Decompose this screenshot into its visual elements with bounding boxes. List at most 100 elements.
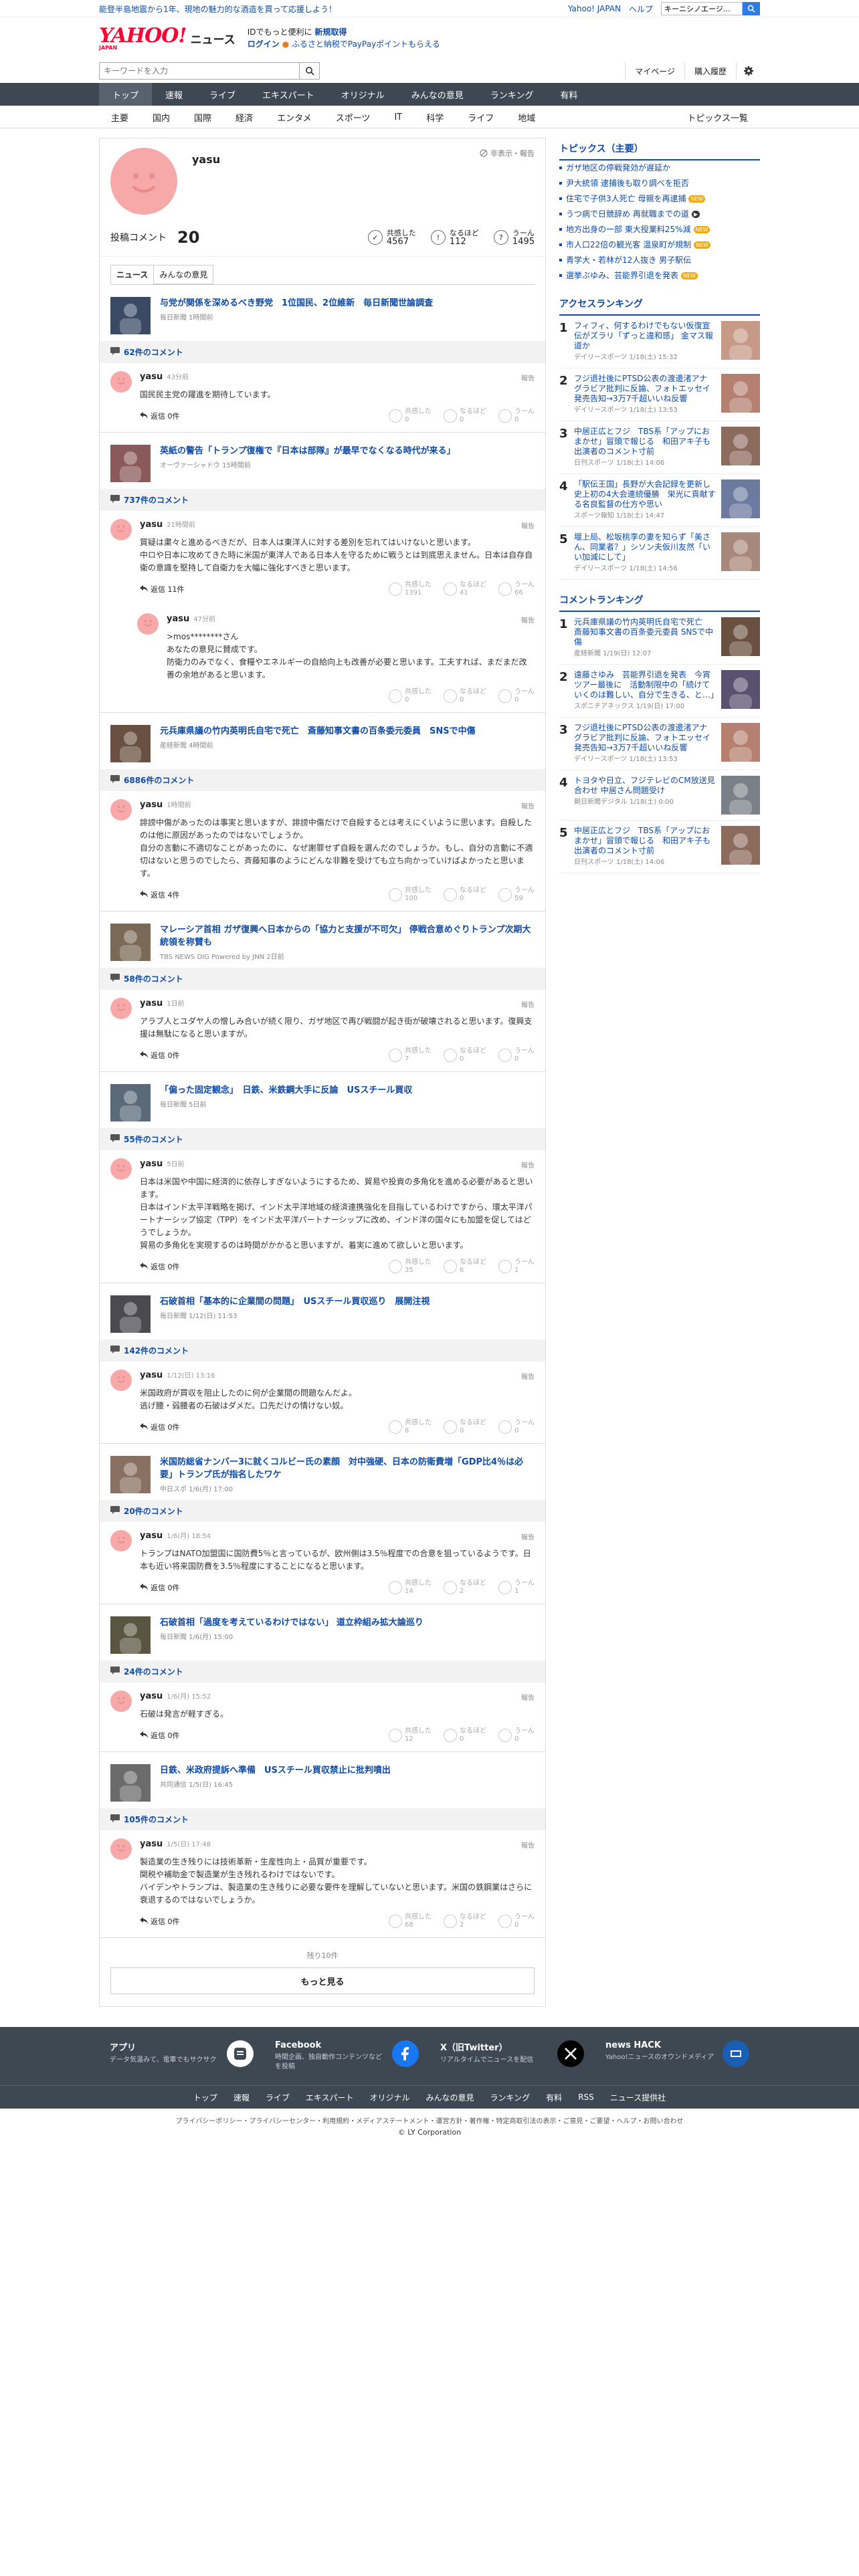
article-thumbnail[interactable]: [110, 924, 151, 961]
comment-count-link[interactable]: 142件のコメント: [100, 1339, 545, 1362]
ranking-item[interactable]: 2 フジ退社後にPTSD公表の渡邊渚アナ グラビア批判に反論、フォトエッセイ発売告…: [559, 368, 760, 421]
comment-count-link[interactable]: 105件のコメント: [100, 1808, 545, 1830]
reaction-naruhodo-button[interactable]: なるほど 0: [444, 688, 486, 704]
cat-world[interactable]: 国際: [182, 111, 223, 124]
furusato-link[interactable]: ふるさと納税でPayPayポイントもらえる: [292, 39, 440, 49]
footer-box[interactable]: Facebook 時間企画、独自動作コンテンツなどを投稿: [264, 2040, 430, 2072]
reaction-naruhodo-button[interactable]: なるほど 6: [444, 1259, 486, 1275]
comment-count-link[interactable]: 24件のコメント: [100, 1660, 545, 1683]
report-link[interactable]: 報告: [521, 615, 535, 625]
reaction-naruhodo-button[interactable]: なるほど 2: [444, 1913, 486, 1929]
ranking-item[interactable]: 4 トヨタや日立、フジテレビのCM放送見合わせ 中居さん問題受け 朝日新聞デジタル …: [559, 770, 760, 821]
yahoo-news-logo[interactable]: YAHOO! JAPAN ニュース: [99, 25, 235, 51]
comment-user[interactable]: yasu 1/6(月) 18:54: [140, 1530, 535, 1541]
reply-button[interactable]: 返信 0件: [140, 1916, 180, 1927]
comment-count-link[interactable]: 20件のコメント: [100, 1500, 545, 1522]
top-search-button[interactable]: [743, 2, 760, 15]
hide-report-link[interactable]: 非表示・報告: [480, 148, 535, 158]
nav-breaking[interactable]: 速報: [152, 83, 196, 106]
footer-link[interactable]: 有料: [538, 2092, 570, 2103]
reaction-empathy-button[interactable]: 共感した 68: [389, 1913, 432, 1929]
comment-user-name[interactable]: yasu: [140, 372, 163, 382]
comment-user[interactable]: yasu 1/6(月) 15:52: [140, 1691, 535, 1701]
reply-button[interactable]: 返信 0件: [140, 411, 180, 421]
comment-count-link[interactable]: 6886件のコメント: [100, 769, 545, 791]
cat-science[interactable]: 科学: [414, 111, 456, 124]
reaction-empathy-button[interactable]: 共感した 12: [389, 1727, 432, 1743]
ranking-item[interactable]: 5 中居正広とフジ TBS系「アップにおまかせ」冒頭で報じる 和田アキ子も出演者の…: [559, 821, 760, 873]
nav-expert[interactable]: エキスパート: [249, 83, 328, 106]
article-thumbnail[interactable]: [110, 1456, 151, 1493]
topic-item[interactable]: 尹大統領 逮捕後も取り調べを拒否: [559, 176, 760, 191]
cat-entertainment[interactable]: エンタメ: [265, 111, 324, 124]
report-link[interactable]: 報告: [521, 1160, 535, 1170]
comment-user-name[interactable]: yasu: [140, 1159, 163, 1169]
footer-link[interactable]: エキスパート: [298, 2092, 362, 2103]
reaction-naruhodo-button[interactable]: なるほど 0: [444, 1047, 486, 1063]
promo-link[interactable]: 能登半島地震から1年、現地の魅力的な酒造を買って応援しよう！: [99, 3, 568, 15]
comment-user[interactable]: yasu 1/5(日) 17:48: [140, 1838, 535, 1849]
report-link[interactable]: 報告: [521, 1371, 535, 1381]
article-thumbnail[interactable]: [110, 297, 151, 334]
reaction-naruhodo-button[interactable]: なるほど 0: [444, 1727, 486, 1743]
comment-user[interactable]: yasu 21時間前: [140, 519, 535, 530]
reaction-empathy-button[interactable]: 共感した 0: [389, 688, 432, 704]
article-thumbnail[interactable]: [110, 725, 151, 762]
comment-user[interactable]: yasu 1/12(日) 13:16: [140, 1370, 535, 1380]
reaction-uun-button[interactable]: うーん 0: [498, 1419, 535, 1435]
footer-box[interactable]: news HACK Yahoo!ニュースのオウンドメディア: [595, 2040, 760, 2072]
reaction-empathy-button[interactable]: 共感した 1391: [389, 581, 432, 597]
reply-button[interactable]: 返信 11件: [140, 584, 185, 595]
reaction-naruhodo-button[interactable]: なるほど 0: [444, 408, 486, 424]
topic-item[interactable]: ガザ地区の停戦発効が遅延か: [559, 160, 760, 176]
cat-main[interactable]: 主要: [99, 111, 140, 124]
yahoo-japan-link[interactable]: Yahoo! JAPAN: [568, 4, 621, 13]
ranking-item[interactable]: 5 堰上局、松坂桃李の妻を知らず「美さん、同業者？」シソン夫仮川友然「いい加減にし…: [559, 527, 760, 580]
report-link[interactable]: 報告: [521, 372, 535, 383]
article-title[interactable]: 「偏った固定観念」 日鉄、米鉄鋼大手に反論 USスチール買収: [160, 1085, 412, 1095]
load-more-button[interactable]: もっと見る: [110, 1967, 535, 1994]
reaction-uun-button[interactable]: うーん 0: [498, 688, 535, 704]
reaction-uun-button[interactable]: うーん 0: [498, 1047, 535, 1063]
nav-paid[interactable]: 有料: [547, 83, 591, 106]
footer-link[interactable]: ランキング: [482, 2092, 539, 2103]
topic-item[interactable]: 住宅で子供3人死亡 母親を再逮捕 NEW: [559, 191, 760, 207]
reaction-empathy-button[interactable]: 共感した 8: [389, 1419, 432, 1435]
report-link[interactable]: 報告: [521, 999, 535, 1009]
report-link[interactable]: 報告: [521, 1531, 535, 1541]
reaction-naruhodo-button[interactable]: なるほど 0: [444, 1419, 486, 1435]
ranking-item[interactable]: 1 フィフィ、何するわけでもない仮復宣伝がズラリ「ずっと違和感」 金マス報道か デイ…: [559, 316, 760, 368]
reply-button[interactable]: 返信 0件: [140, 1261, 180, 1272]
comment-user[interactable]: yasu 47分前: [167, 613, 535, 624]
signup-link[interactable]: 新規取得: [314, 27, 347, 37]
cat-it[interactable]: IT: [382, 112, 414, 122]
footer-link[interactable]: ニュース提供社: [602, 2092, 674, 2103]
reaction-empathy-button[interactable]: 共感した 35: [389, 1259, 432, 1275]
article-thumbnail[interactable]: [110, 445, 151, 482]
footer-box[interactable]: アプリ データ気温みて、電車でもサクサク: [99, 2040, 264, 2072]
comment-user-name[interactable]: yasu: [140, 800, 163, 810]
article-thumbnail[interactable]: [110, 1616, 151, 1654]
ranking-item[interactable]: 1 元兵庫県議の竹内英明氏自宅で死亡 斎藤知事文書の百条委元委員 SNSで中傷 産経…: [559, 612, 760, 665]
comment-user-name[interactable]: yasu: [167, 614, 189, 624]
cat-business[interactable]: 経済: [223, 111, 265, 124]
tab-opinion[interactable]: みんなの意見: [153, 265, 214, 284]
reaction-empathy-button[interactable]: 共感した 14: [389, 1580, 432, 1596]
article-title[interactable]: 日鉄、米政府提訴へ準備 USスチール買収禁止に批判噴出: [160, 1765, 391, 1776]
footer-link[interactable]: 速報: [225, 2092, 258, 2103]
footer-link[interactable]: オリジナル: [362, 2092, 418, 2103]
reaction-empathy-button[interactable]: 共感した 0: [389, 408, 432, 424]
article-thumbnail[interactable]: [110, 1764, 151, 1802]
login-link[interactable]: ログイン: [248, 39, 280, 49]
help-link[interactable]: ヘルプ: [629, 3, 653, 15]
reply-button[interactable]: 返信 0件: [140, 1050, 180, 1061]
topic-item[interactable]: 地方出身の一部 東大授業料25%減 NEW: [559, 222, 760, 237]
report-link[interactable]: 報告: [521, 800, 535, 811]
topic-item[interactable]: 市人口22倍の観光客 温泉町が規制 NEW: [559, 237, 760, 253]
comment-avatar[interactable]: [110, 1530, 132, 1551]
comment-avatar[interactable]: [110, 1370, 132, 1391]
ranking-item[interactable]: 3 フジ退社後にPTSD公表の渡邊渚アナ グラビア批判に反論、フォトエッセイ発売告…: [559, 718, 760, 770]
news-search-button[interactable]: [300, 62, 320, 80]
topics-list-link[interactable]: トピックス一覧: [675, 111, 760, 124]
cat-local[interactable]: 地域: [506, 111, 547, 124]
